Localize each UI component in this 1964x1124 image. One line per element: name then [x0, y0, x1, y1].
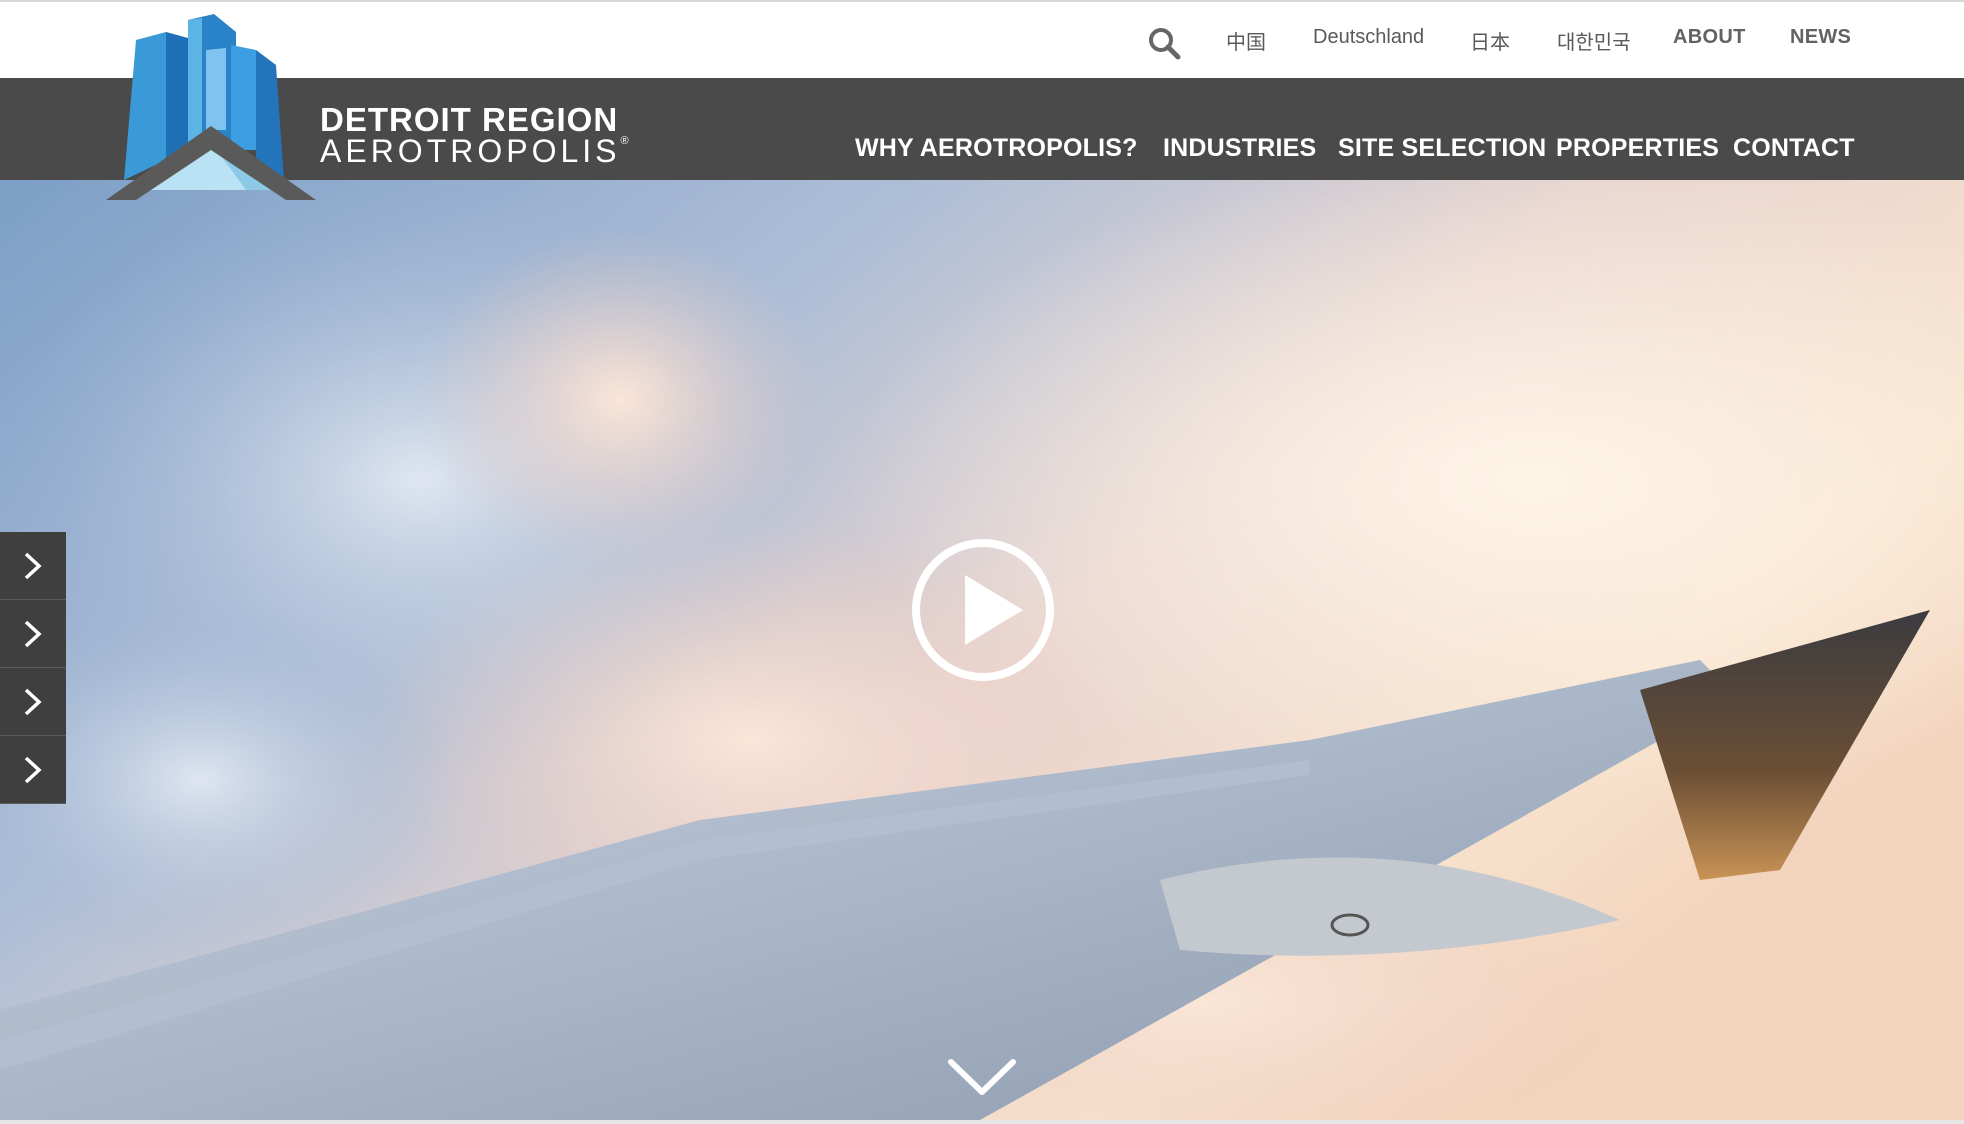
utility-link-china[interactable]: 中国 [1226, 26, 1266, 55]
utility-link-korea[interactable]: 대한민국 [1557, 26, 1631, 55]
chevron-right-icon [24, 620, 42, 647]
nav-item-industries[interactable]: INDUSTRIES [1163, 134, 1316, 163]
side-tab-3[interactable] [0, 668, 66, 736]
logo-mark[interactable] [106, 10, 316, 202]
side-tab-4[interactable] [0, 736, 66, 804]
utility-link-news[interactable]: NEWS [1790, 26, 1851, 49]
utility-link-japan[interactable]: 日本 [1470, 26, 1510, 55]
nav-item-properties[interactable]: PROPERTIES [1556, 134, 1719, 163]
chevron-right-icon [24, 756, 42, 783]
registered-mark: ® [620, 135, 629, 147]
chevron-right-icon [24, 552, 42, 579]
nav-item-why-aerotropolis[interactable]: WHY AEROTROPOLIS? [855, 134, 1138, 163]
nav-item-site-selection[interactable]: SITE SELECTION [1338, 134, 1546, 163]
nav-item-contact[interactable]: CONTACT [1733, 134, 1855, 163]
side-tab-1[interactable] [0, 532, 66, 600]
utility-link-about[interactable]: ABOUT [1673, 26, 1746, 49]
utility-link-deutschland[interactable]: Deutschland [1313, 26, 1424, 49]
play-icon[interactable] [910, 537, 1056, 683]
side-tab-2[interactable] [0, 600, 66, 668]
search-icon[interactable] [1147, 26, 1181, 60]
page-bottom-border [0, 1120, 1964, 1124]
chevron-right-icon [24, 688, 42, 715]
side-tab-group [0, 532, 66, 804]
logo-title-line2: AEROTROPOLIS® [320, 133, 629, 170]
chevron-down-icon[interactable] [947, 1056, 1017, 1098]
logo-title-line2-text: AEROTROPOLIS [320, 133, 621, 169]
